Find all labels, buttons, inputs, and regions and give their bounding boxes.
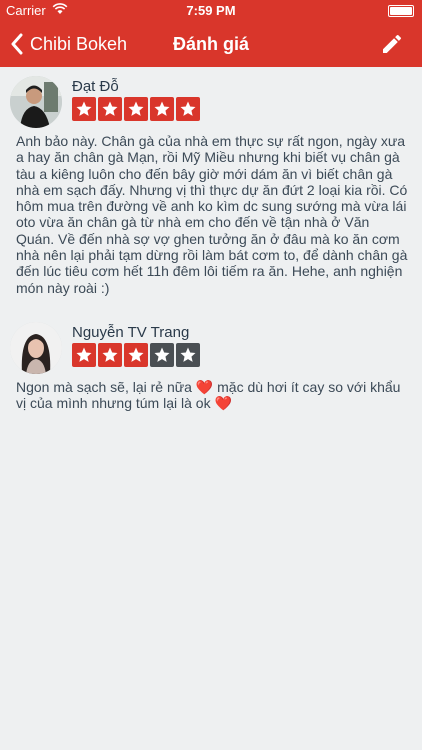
avatar — [10, 76, 62, 128]
star-icon — [72, 343, 96, 367]
reviewer-name: Đạt Đỗ — [72, 78, 119, 95]
star-icon — [150, 97, 174, 121]
chevron-left-icon — [10, 33, 24, 55]
edit-button[interactable] — [380, 32, 404, 56]
review-text-part: Ngon mà sạch sẽ, lại rẻ nữa — [16, 379, 196, 395]
star-icon — [150, 343, 174, 367]
star-icon — [176, 97, 200, 121]
heart-emoji: ❤️ — [195, 379, 214, 395]
avatar — [10, 322, 62, 374]
star-icon — [124, 343, 148, 367]
back-label: Chibi Bokeh — [30, 33, 128, 54]
heart-emoji: ❤️ — [214, 395, 232, 412]
review-text: Ngon mà sạch sẽ, lại rẻ nữa ❤️ mặc dù hơ… — [16, 379, 408, 412]
star-icon — [72, 97, 96, 121]
navigation-bar: Chibi Bokeh Đánh giá — [0, 20, 422, 67]
star-icon — [124, 97, 148, 121]
star-rating — [72, 97, 202, 121]
back-button[interactable]: Chibi Bokeh — [10, 32, 127, 56]
status-bar: Carrier 7:59 PM — [0, 0, 422, 20]
review-text: Anh bảo này. Chân gà của nhà em thực sự … — [16, 133, 408, 296]
clock: 7:59 PM — [186, 3, 236, 18]
star-icon — [98, 97, 122, 121]
star-icon — [176, 343, 200, 367]
reviewer-name: Nguyễn TV Trang — [72, 324, 190, 341]
star-icon — [98, 343, 122, 367]
pencil-icon — [380, 34, 404, 60]
battery-icon — [388, 5, 414, 17]
star-rating — [72, 343, 202, 367]
